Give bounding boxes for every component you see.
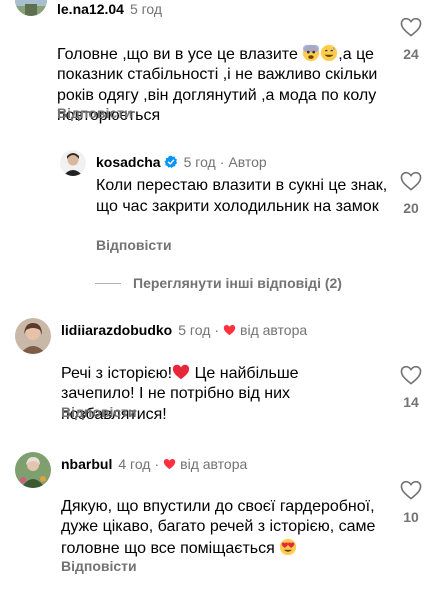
comment-le-na: le.na12.04 5 год Головне ,що ви в усе це… [0,0,445,135]
avatar[interactable] [60,150,86,176]
separator-dot: · [219,154,225,170]
avatar-photo-icon [15,452,51,488]
heart-outline-icon[interactable] [400,17,422,37]
author-liked-heart-icon [163,459,176,470]
separator-dot: · [154,456,160,472]
username[interactable]: lidiiarazdobudko [61,321,172,339]
like-control[interactable]: 10 [399,480,423,525]
comment-meta: le.na12.04 5 год [57,0,162,18]
grinning-sweat-face-icon [321,44,338,61]
heart-outline-icon[interactable] [400,171,422,191]
like-control[interactable]: 24 [399,17,423,62]
heart-outline-icon[interactable] [400,365,422,385]
author-label: Автор [228,154,267,170]
like-count: 24 [403,46,419,62]
separator-dot: · [214,322,220,338]
avatar[interactable] [15,318,51,354]
username[interactable]: nbarbul [61,455,112,473]
comment-nbarbul: nbarbul 4 год · від автора Дякую, що впу… [0,452,445,592]
view-more-replies-label: Переглянути інші відповіді (2) [133,275,342,291]
author-liked-heart-icon [223,325,236,336]
reply-button[interactable]: Відповісти [61,404,137,420]
avatar[interactable] [15,0,47,16]
verified-badge-icon [164,155,177,169]
liked-by-author-label: від автора [240,322,308,338]
avatar[interactable] [15,452,51,488]
comments-screen: le.na12.04 5 год Головне ,що ви в усе це… [0,0,445,600]
reply-button[interactable]: Відповісти [57,105,133,121]
username[interactable]: kosadcha [96,153,161,171]
avatar-photo-icon [15,318,51,354]
comment-text-part: Речі з історією! [61,364,173,382]
comment-lidiiarazdobudko: lidiiarazdobudko 5 год · від автора Речі… [0,318,445,428]
like-count: 20 [403,200,419,216]
reply-button[interactable]: Відповісти [96,237,172,253]
timestamp: 5 год [129,1,163,17]
comment-text: Дякую, що впустили до своєї гардеробної,… [61,476,391,559]
comment-kosadcha-reply: kosadcha 5 год · Автор Коли перестаю вла… [0,150,445,265]
heart-eyes-face-icon [280,538,297,555]
avatar-photo-icon [15,0,47,16]
comment-text: Коли перестаю влазити в сукні це знак, щ… [96,177,388,215]
divider-line [95,282,121,284]
timestamp: 4 год [118,456,151,472]
comment-meta: kosadcha 5 год · Автор [96,153,267,171]
heart-outline-icon[interactable] [400,480,422,500]
avatar-photo-icon [60,150,86,176]
comment-meta: lidiiarazdobudko 5 год · від автора [61,321,307,339]
timestamp: 5 год [183,154,216,170]
view-more-replies-button[interactable]: Переглянути інші відповіді (2) [95,275,342,291]
timestamp: 5 год [178,322,211,338]
fearful-face-icon [303,44,320,61]
liked-by-author-label: від автора [180,456,248,472]
comment-meta: nbarbul 4 год · від автора [61,455,247,473]
red-heart-icon [173,364,190,379]
like-count: 14 [403,394,419,410]
like-control[interactable]: 20 [399,171,423,216]
comment-text-part: Дякую, що впустили до своєї гардеробної,… [61,497,376,557]
username[interactable]: le.na12.04 [57,0,124,18]
comment-text-part: Головне ,що ви в усе це влазите [57,45,303,63]
like-control[interactable]: 14 [399,365,423,410]
reply-button[interactable]: Відповісти [61,558,137,574]
like-count: 10 [403,509,419,525]
